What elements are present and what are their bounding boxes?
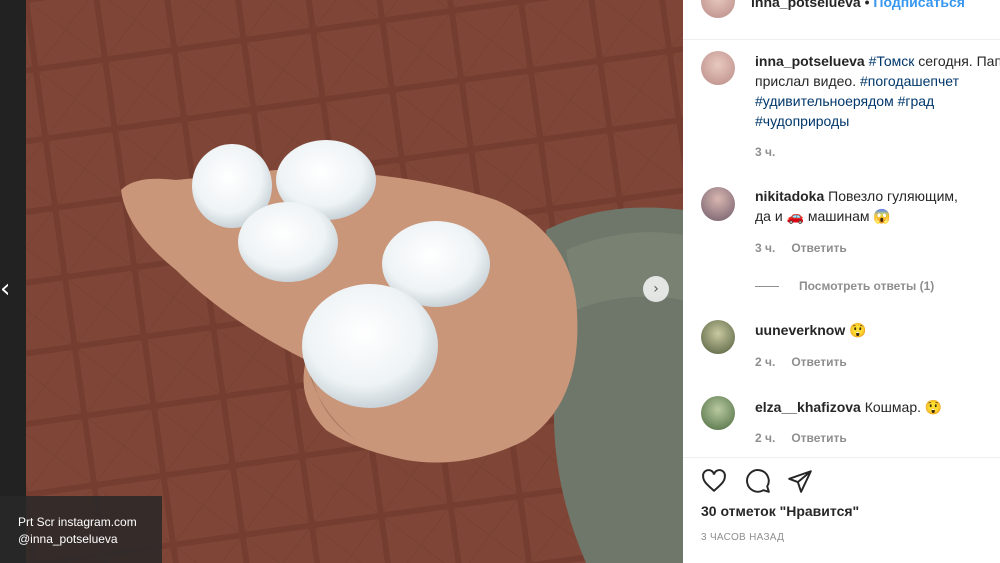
- comment-time[interactable]: 2 ч.: [755, 355, 775, 369]
- post-media: ‹ › Prt Scr instagram.com @inna_potselue…: [0, 0, 683, 563]
- heart-icon[interactable]: [701, 468, 727, 494]
- comments-list: inna_potselueva #Томск сегодня. Папа при…: [683, 41, 1000, 457]
- chevron-right-icon[interactable]: ›: [643, 276, 669, 302]
- likes-count[interactable]: 30 отметок "Нравится": [701, 503, 859, 519]
- header-separator: •: [860, 0, 874, 10]
- avatar[interactable]: [701, 187, 735, 221]
- photo-illustration: [26, 0, 683, 563]
- post-sidebar: inna_potselueva • Подписаться inna_potse…: [683, 0, 1000, 563]
- hashtag-link[interactable]: #Томск: [869, 53, 915, 69]
- caption-time[interactable]: 3 ч.: [755, 145, 775, 159]
- caption-meta: 3 ч.: [755, 145, 791, 159]
- hashtag-link[interactable]: #погодашепчет: [860, 73, 959, 89]
- hashtag-link[interactable]: #чудоприроды: [755, 113, 849, 129]
- avatar[interactable]: [701, 320, 735, 354]
- comment-body: Кошмар. 😲: [864, 399, 943, 415]
- comment-time[interactable]: 3 ч.: [755, 241, 775, 255]
- comment-text: nikitadoka Повезло гуляющим, да и 🚗 маши…: [755, 186, 1000, 226]
- comment-username[interactable]: nikitadoka: [755, 188, 824, 204]
- header-user: inna_potselueva • Подписаться: [751, 0, 965, 10]
- hashtag-link[interactable]: #град: [898, 93, 935, 109]
- credit-source: Prt Scr instagram.com: [18, 515, 137, 529]
- replies-divider: [755, 286, 779, 288]
- share-icon[interactable]: [787, 468, 813, 494]
- comment-body: 😲: [849, 322, 867, 338]
- comment-body: да и 🚗 машинам 😱: [755, 208, 891, 224]
- comment-meta: 2 ч. Ответить: [755, 355, 863, 369]
- view-replies-button[interactable]: Посмотреть ответы (1): [755, 279, 934, 293]
- comment-icon[interactable]: [745, 468, 771, 494]
- comment-text: uuneverknow 😲: [755, 320, 1000, 340]
- post-header: inna_potselueva • Подписаться: [683, 0, 1000, 40]
- instagram-post-view: ‹ › Prt Scr instagram.com @inna_potselue…: [0, 0, 1000, 563]
- header-username[interactable]: inna_potselueva: [751, 0, 861, 10]
- view-replies-label: Посмотреть ответы (1): [799, 279, 935, 293]
- post-photo: [26, 0, 683, 563]
- avatar[interactable]: [701, 51, 735, 85]
- chevron-left-icon[interactable]: ‹: [0, 276, 20, 302]
- comment-meta: 2 ч. Ответить: [755, 431, 863, 445]
- avatar[interactable]: [701, 396, 735, 430]
- reply-button[interactable]: Ответить: [791, 241, 846, 255]
- photo-credit: Prt Scr instagram.com @inna_potselueva: [0, 496, 162, 563]
- caption-text: inna_potselueva #Томск сегодня. Папа при…: [755, 51, 1000, 131]
- post-actions: 30 отметок "Нравится" 3 ЧАСОВ НАЗАД: [683, 457, 1000, 563]
- avatar[interactable]: [701, 0, 735, 18]
- comment-time[interactable]: 2 ч.: [755, 431, 775, 445]
- post-timestamp[interactable]: 3 ЧАСОВ НАЗАД: [701, 532, 784, 543]
- comment-text: elza__khafizova Кошмар. 😲: [755, 397, 1000, 417]
- credit-author: @inna_potselueva: [18, 532, 118, 546]
- caption-username[interactable]: inna_potselueva: [755, 53, 865, 69]
- comment-meta: 3 ч. Ответить: [755, 241, 863, 255]
- comment-username[interactable]: elza__khafizova: [755, 399, 861, 415]
- comment-body: Повезло гуляющим,: [828, 188, 958, 204]
- reply-button[interactable]: Ответить: [791, 355, 846, 369]
- comment-username[interactable]: uuneverknow: [755, 322, 845, 338]
- follow-button[interactable]: Подписаться: [873, 0, 965, 10]
- reply-button[interactable]: Ответить: [791, 431, 846, 445]
- hashtag-link[interactable]: #удивительноерядом: [755, 93, 894, 109]
